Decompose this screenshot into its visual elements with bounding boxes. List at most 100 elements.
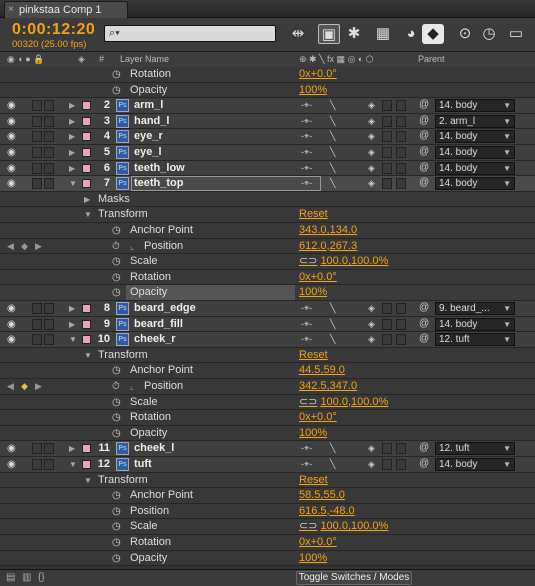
switch-box[interactable] (32, 318, 42, 330)
quality-switch-icon[interactable]: ╲ (330, 131, 335, 142)
property-value-text[interactable]: 100% (299, 286, 327, 298)
visibility-eye-icon[interactable]: ◉ (7, 99, 16, 112)
property-value-text[interactable]: 100% (299, 552, 327, 564)
pickwhip-icon[interactable]: @ (419, 442, 429, 453)
expand-triangle-icon[interactable]: ▶ (69, 162, 75, 175)
expand-triangle-icon[interactable]: ▶ (69, 318, 75, 331)
stopwatch-icon[interactable]: ◷ (112, 364, 121, 377)
current-time-display[interactable]: 0:00:12:20 (12, 21, 95, 39)
adjustment-switch-icon[interactable]: ◈ (368, 147, 375, 158)
layer-name[interactable]: eye_r (134, 130, 163, 143)
property-row[interactable]: ◷ Anchor Point 58.5,55.0 (0, 488, 535, 504)
property-row[interactable]: ◷ Rotation 0x+0.0° (0, 269, 535, 286)
collapse-switch-icon[interactable]: -⌖- (301, 147, 312, 158)
property-value[interactable]: 616.5,-48.0 (299, 505, 355, 518)
layer-row[interactable]: ◉ ▼ 7 Ps teeth_top -⌖- ╲ ◈ @14. body ▼ (0, 176, 535, 192)
layer-row[interactable]: ◉ ▶ 2 Ps arm_l -⌖- ╲ ◈ @14. body ▼ (0, 98, 535, 114)
property-value[interactable]: 0x+0.0° (299, 536, 337, 549)
property-value[interactable]: 0x+0.0° (299, 68, 337, 81)
property-row[interactable]: ◷ Position 616.5,-48.0 (0, 503, 535, 520)
switch-box[interactable] (32, 131, 42, 143)
parent-dropdown[interactable]: 14. body ▼ (435, 177, 515, 191)
quality-switch-icon[interactable]: ╲ (330, 178, 335, 189)
layer-name[interactable]: beard_fill (134, 318, 183, 331)
stopwatch-icon[interactable]: ◷ (112, 411, 121, 424)
switch-box[interactable] (396, 443, 406, 455)
switch-box[interactable] (396, 318, 406, 330)
quality-switch-icon[interactable]: ╲ (330, 443, 335, 454)
switch-box[interactable] (396, 459, 406, 470)
layer-row[interactable]: ◉ ▼ 10 Ps cheek_r -⌖- ╲ ◈ @12. tuft ▼ (0, 332, 535, 348)
switch-box[interactable] (396, 131, 406, 143)
layer-name[interactable]: teeth_low (134, 162, 185, 175)
layer-name[interactable]: beard_edge (134, 302, 196, 315)
collapse-switch-icon[interactable]: -⌖- (301, 100, 312, 111)
quality-switch-icon[interactable]: ╲ (330, 319, 335, 330)
switch-box[interactable] (32, 178, 42, 190)
layer-name[interactable]: cheek_r (134, 333, 176, 346)
close-icon[interactable]: × (8, 2, 14, 18)
stopwatch-icon[interactable]: ◷ (112, 224, 121, 237)
property-value[interactable]: 58.5,55.0 (299, 489, 345, 502)
adjustment-switch-icon[interactable]: ◈ (368, 334, 375, 345)
expand-triangle-icon[interactable]: ▼ (84, 349, 92, 362)
layer-row[interactable]: ◉ ▶ 4 Ps eye_r -⌖- ╲ ◈ @14. body ▼ (0, 129, 535, 145)
quality-switch-icon[interactable]: ╲ (330, 116, 335, 127)
switch-box[interactable] (382, 115, 392, 127)
property-row[interactable]: ◀ ◆ ▶ ⏱ ⌞ Position 342.5,347.0 (0, 379, 535, 395)
stopwatch-icon[interactable]: ◷ (112, 520, 121, 533)
quality-switch-icon[interactable]: ╲ (330, 303, 335, 314)
quality-switch-icon[interactable]: ╲ (330, 147, 335, 158)
property-value[interactable]: 343.0,134.0 (299, 224, 357, 237)
switch-box[interactable] (382, 459, 392, 470)
quality-switch-icon[interactable]: ╲ (330, 100, 335, 111)
stopwatch-icon[interactable]: ◷ (112, 255, 121, 268)
switch-box[interactable] (44, 115, 54, 127)
quality-switch-icon[interactable]: ╲ (330, 334, 335, 345)
pickwhip-icon[interactable]: @ (419, 99, 429, 110)
switch-box[interactable] (32, 334, 42, 346)
property-row[interactable]: ◷ Rotation 0x+0.0° (0, 535, 535, 551)
pickwhip-icon[interactable]: @ (419, 333, 429, 344)
property-row[interactable]: ◷ Anchor Point 343.0,134.0 (0, 223, 535, 239)
property-value[interactable]: 342.5,347.0 (299, 380, 357, 393)
parent-dropdown[interactable]: 14. body ▼ (435, 130, 515, 144)
label-color-swatch[interactable] (82, 132, 91, 142)
pickwhip-icon[interactable]: @ (419, 130, 429, 141)
property-row[interactable]: ◷ Opacity 100% (0, 82, 535, 99)
property-row[interactable]: ▶ Masks (0, 191, 535, 208)
property-row[interactable]: ◷ Scale ⊂⊃ 100.0,100.0% (0, 254, 535, 270)
switch-box[interactable] (396, 100, 406, 112)
expand-triangle-icon[interactable]: ▼ (84, 208, 92, 221)
visibility-eye-icon[interactable]: ◉ (7, 302, 16, 315)
adjustment-switch-icon[interactable]: ◈ (368, 100, 375, 111)
property-value[interactable]: ⊂⊃ 100.0,100.0% (299, 255, 388, 268)
expand-triangle-icon[interactable]: ▼ (69, 333, 77, 346)
expand-triangle-icon[interactable]: ▼ (84, 474, 92, 487)
property-value[interactable]: 44.5,59.0 (299, 364, 345, 377)
visibility-eye-icon[interactable]: ◉ (7, 442, 16, 455)
expand-triangle-icon[interactable]: ▶ (69, 146, 75, 159)
pickwhip-icon[interactable]: @ (419, 115, 429, 126)
switch-box[interactable] (44, 147, 54, 158)
expand-triangle-icon[interactable]: ▶ (69, 99, 75, 112)
graph-editor-icon[interactable]: ◷ (478, 24, 500, 44)
switch-box[interactable] (396, 115, 406, 127)
label-color-swatch[interactable] (82, 163, 91, 173)
reset-link[interactable]: Reset (299, 208, 328, 221)
adjustment-switch-icon[interactable]: ◈ (368, 131, 375, 142)
prev-keyframe-icon[interactable]: ◀ (7, 240, 14, 253)
property-value-text[interactable]: 0x+0.0° (299, 68, 337, 80)
toggle-switches-modes-button[interactable]: Toggle Switches / Modes (296, 571, 412, 585)
switch-box[interactable] (44, 334, 54, 346)
add-keyframe-icon[interactable]: ◆ (21, 240, 28, 253)
switch-box[interactable] (382, 131, 392, 143)
collapse-switch-icon[interactable]: -⌖- (301, 116, 312, 127)
switch-box[interactable] (396, 334, 406, 346)
switch-box[interactable] (44, 100, 54, 112)
switch-box[interactable] (44, 459, 54, 470)
label-color-swatch[interactable] (82, 460, 91, 469)
collapse-switch-icon[interactable]: -⌖- (301, 131, 312, 142)
collapse-switch-icon[interactable]: -⌖- (301, 178, 312, 189)
visibility-eye-icon[interactable]: ◉ (7, 115, 16, 128)
